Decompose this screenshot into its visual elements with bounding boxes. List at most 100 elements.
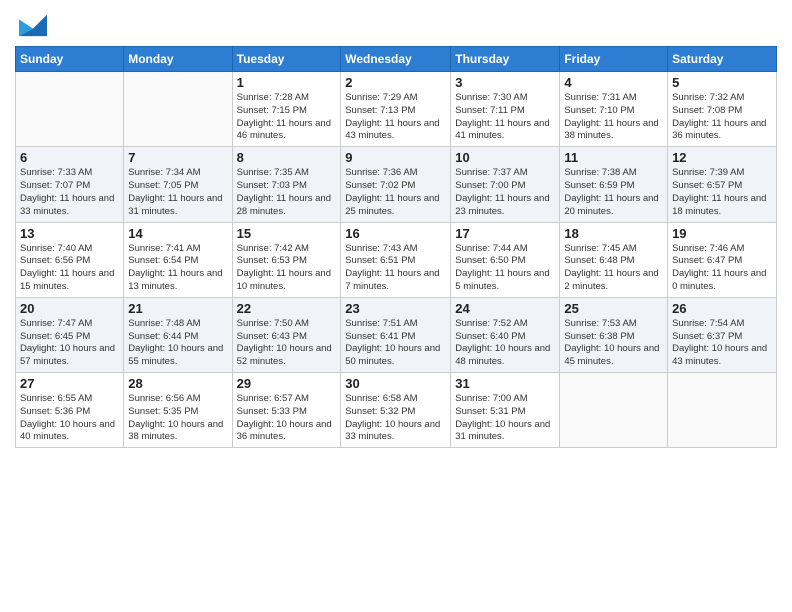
day-number: 28: [128, 376, 227, 391]
day-number: 4: [564, 75, 663, 90]
calendar-cell: 9Sunrise: 7:36 AMSunset: 7:02 PMDaylight…: [341, 147, 451, 222]
day-number: 5: [672, 75, 772, 90]
logo-icon: [19, 10, 47, 38]
day-info: Sunrise: 7:50 AMSunset: 6:43 PMDaylight:…: [237, 318, 337, 369]
day-number: 18: [564, 226, 663, 241]
day-number: 11: [564, 150, 663, 165]
day-info: Sunrise: 6:57 AMSunset: 5:33 PMDaylight:…: [237, 393, 337, 444]
calendar-cell: 15 Sunrise: 7:42 AMSunset: 6:53 PMDayligh…: [232, 222, 341, 297]
day-info: Sunrise: 6:56 AMSunset: 5:35 PMDaylight:…: [128, 393, 227, 444]
calendar-week-row: 27 Sunrise: 6:55 AMSunset: 5:36 PMDayligh…: [16, 373, 777, 448]
calendar-cell: 1Sunrise: 7:28 AMSunset: 7:15 PMDaylight…: [232, 72, 341, 147]
calendar-cell: 17 Sunrise: 7:44 AMSunset: 6:50 PMDayligh…: [451, 222, 560, 297]
calendar-week-row: 1Sunrise: 7:28 AMSunset: 7:15 PMDaylight…: [16, 72, 777, 147]
calendar-cell: 3 Sunrise: 7:30 AMSunset: 7:11 PMDaylight…: [451, 72, 560, 147]
day-of-week-header: Wednesday: [341, 47, 451, 72]
day-info: Sunrise: 7:35 AMSunset: 7:03 PMDaylight:…: [237, 167, 337, 218]
calendar-cell: 18 Sunrise: 7:45 AMSunset: 6:48 PMDayligh…: [560, 222, 668, 297]
day-number: 29: [237, 376, 337, 391]
day-number: 2: [345, 75, 446, 90]
calendar-cell: 7 Sunrise: 7:34 AMSunset: 7:05 PMDaylight…: [124, 147, 232, 222]
day-info: Sunrise: 7:52 AMSunset: 6:40 PMDaylight:…: [455, 318, 555, 369]
day-info: Sunrise: 7:29 AMSunset: 7:13 PMDaylight:…: [345, 92, 446, 143]
logo: [15, 10, 47, 38]
day-info: Sunrise: 7:32 AMSunset: 7:08 PMDaylight:…: [672, 92, 772, 143]
day-info: Sunrise: 7:44 AMSunset: 6:50 PMDaylight:…: [455, 243, 555, 294]
calendar-cell: [124, 72, 232, 147]
day-info: Sunrise: 6:58 AMSunset: 5:32 PMDaylight:…: [345, 393, 446, 444]
day-of-week-header: Saturday: [668, 47, 777, 72]
day-info: Sunrise: 7:30 AMSunset: 7:11 PMDaylight:…: [455, 92, 555, 143]
day-info: Sunrise: 7:33 AMSunset: 7:07 PMDaylight:…: [20, 167, 119, 218]
day-info: Sunrise: 7:40 AMSunset: 6:56 PMDaylight:…: [20, 243, 119, 294]
day-info: Sunrise: 6:55 AMSunset: 5:36 PMDaylight:…: [20, 393, 119, 444]
calendar-week-row: 6 Sunrise: 7:33 AMSunset: 7:07 PMDaylight…: [16, 147, 777, 222]
calendar-table: SundayMondayTuesdayWednesdayThursdayFrid…: [15, 46, 777, 448]
calendar-cell: 19Sunrise: 7:46 AMSunset: 6:47 PMDayligh…: [668, 222, 777, 297]
calendar-cell: 29 Sunrise: 6:57 AMSunset: 5:33 PMDayligh…: [232, 373, 341, 448]
day-number: 17: [455, 226, 555, 241]
day-number: 20: [20, 301, 119, 316]
day-number: 7: [128, 150, 227, 165]
calendar-cell: 28 Sunrise: 6:56 AMSunset: 5:35 PMDayligh…: [124, 373, 232, 448]
day-number: 19: [672, 226, 772, 241]
calendar-week-row: 20Sunrise: 7:47 AMSunset: 6:45 PMDayligh…: [16, 297, 777, 372]
calendar-cell: [560, 373, 668, 448]
day-number: 3: [455, 75, 555, 90]
calendar-cell: 30 Sunrise: 6:58 AMSunset: 5:32 PMDayligh…: [341, 373, 451, 448]
day-info: Sunrise: 7:54 AMSunset: 6:37 PMDaylight:…: [672, 318, 772, 369]
calendar-cell: 12Sunrise: 7:39 AMSunset: 6:57 PMDayligh…: [668, 147, 777, 222]
day-number: 15: [237, 226, 337, 241]
calendar-cell: 10 Sunrise: 7:37 AMSunset: 7:00 PMDayligh…: [451, 147, 560, 222]
calendar-cell: [668, 373, 777, 448]
day-info: Sunrise: 7:51 AMSunset: 6:41 PMDaylight:…: [345, 318, 446, 369]
day-info: Sunrise: 7:37 AMSunset: 7:00 PMDaylight:…: [455, 167, 555, 218]
day-number: 27: [20, 376, 119, 391]
day-of-week-header: Thursday: [451, 47, 560, 72]
day-number: 13: [20, 226, 119, 241]
day-number: 10: [455, 150, 555, 165]
calendar-cell: 23 Sunrise: 7:51 AMSunset: 6:41 PMDayligh…: [341, 297, 451, 372]
calendar-header-row: SundayMondayTuesdayWednesdayThursdayFrid…: [16, 47, 777, 72]
day-of-week-header: Tuesday: [232, 47, 341, 72]
day-number: 14: [128, 226, 227, 241]
day-info: Sunrise: 7:53 AMSunset: 6:38 PMDaylight:…: [564, 318, 663, 369]
day-info: Sunrise: 7:45 AMSunset: 6:48 PMDaylight:…: [564, 243, 663, 294]
calendar-cell: 20Sunrise: 7:47 AMSunset: 6:45 PMDayligh…: [16, 297, 124, 372]
calendar-cell: 11 Sunrise: 7:38 AMSunset: 6:59 PMDayligh…: [560, 147, 668, 222]
day-number: 23: [345, 301, 446, 316]
day-info: Sunrise: 7:41 AMSunset: 6:54 PMDaylight:…: [128, 243, 227, 294]
calendar-cell: 13 Sunrise: 7:40 AMSunset: 6:56 PMDayligh…: [16, 222, 124, 297]
day-info: Sunrise: 7:00 AMSunset: 5:31 PMDaylight:…: [455, 393, 555, 444]
day-number: 21: [128, 301, 227, 316]
calendar-cell: 8 Sunrise: 7:35 AMSunset: 7:03 PMDaylight…: [232, 147, 341, 222]
day-info: Sunrise: 7:28 AMSunset: 7:15 PMDaylight:…: [237, 92, 337, 143]
day-number: 16: [345, 226, 446, 241]
calendar-cell: 24 Sunrise: 7:52 AMSunset: 6:40 PMDayligh…: [451, 297, 560, 372]
day-info: Sunrise: 7:38 AMSunset: 6:59 PMDaylight:…: [564, 167, 663, 218]
day-info: Sunrise: 7:39 AMSunset: 6:57 PMDaylight:…: [672, 167, 772, 218]
calendar-cell: 4 Sunrise: 7:31 AMSunset: 7:10 PMDaylight…: [560, 72, 668, 147]
calendar-cell: 16 Sunrise: 7:43 AMSunset: 6:51 PMDayligh…: [341, 222, 451, 297]
calendar-cell: [16, 72, 124, 147]
day-info: Sunrise: 7:34 AMSunset: 7:05 PMDaylight:…: [128, 167, 227, 218]
calendar-week-row: 13 Sunrise: 7:40 AMSunset: 6:56 PMDayligh…: [16, 222, 777, 297]
calendar-cell: 31Sunrise: 7:00 AMSunset: 5:31 PMDayligh…: [451, 373, 560, 448]
calendar-cell: 14 Sunrise: 7:41 AMSunset: 6:54 PMDayligh…: [124, 222, 232, 297]
day-number: 24: [455, 301, 555, 316]
day-number: 8: [237, 150, 337, 165]
day-info: Sunrise: 7:42 AMSunset: 6:53 PMDaylight:…: [237, 243, 337, 294]
calendar-cell: 27 Sunrise: 6:55 AMSunset: 5:36 PMDayligh…: [16, 373, 124, 448]
day-number: 30: [345, 376, 446, 391]
day-of-week-header: Sunday: [16, 47, 124, 72]
calendar-cell: 21Sunrise: 7:48 AMSunset: 6:44 PMDayligh…: [124, 297, 232, 372]
day-number: 6: [20, 150, 119, 165]
calendar-cell: 22Sunrise: 7:50 AMSunset: 6:43 PMDayligh…: [232, 297, 341, 372]
day-of-week-header: Monday: [124, 47, 232, 72]
day-info: Sunrise: 7:31 AMSunset: 7:10 PMDaylight:…: [564, 92, 663, 143]
day-info: Sunrise: 7:36 AMSunset: 7:02 PMDaylight:…: [345, 167, 446, 218]
calendar-cell: 26Sunrise: 7:54 AMSunset: 6:37 PMDayligh…: [668, 297, 777, 372]
day-info: Sunrise: 7:43 AMSunset: 6:51 PMDaylight:…: [345, 243, 446, 294]
calendar-cell: 5 Sunrise: 7:32 AMSunset: 7:08 PMDaylight…: [668, 72, 777, 147]
calendar-page: SundayMondayTuesdayWednesdayThursdayFrid…: [0, 0, 792, 463]
